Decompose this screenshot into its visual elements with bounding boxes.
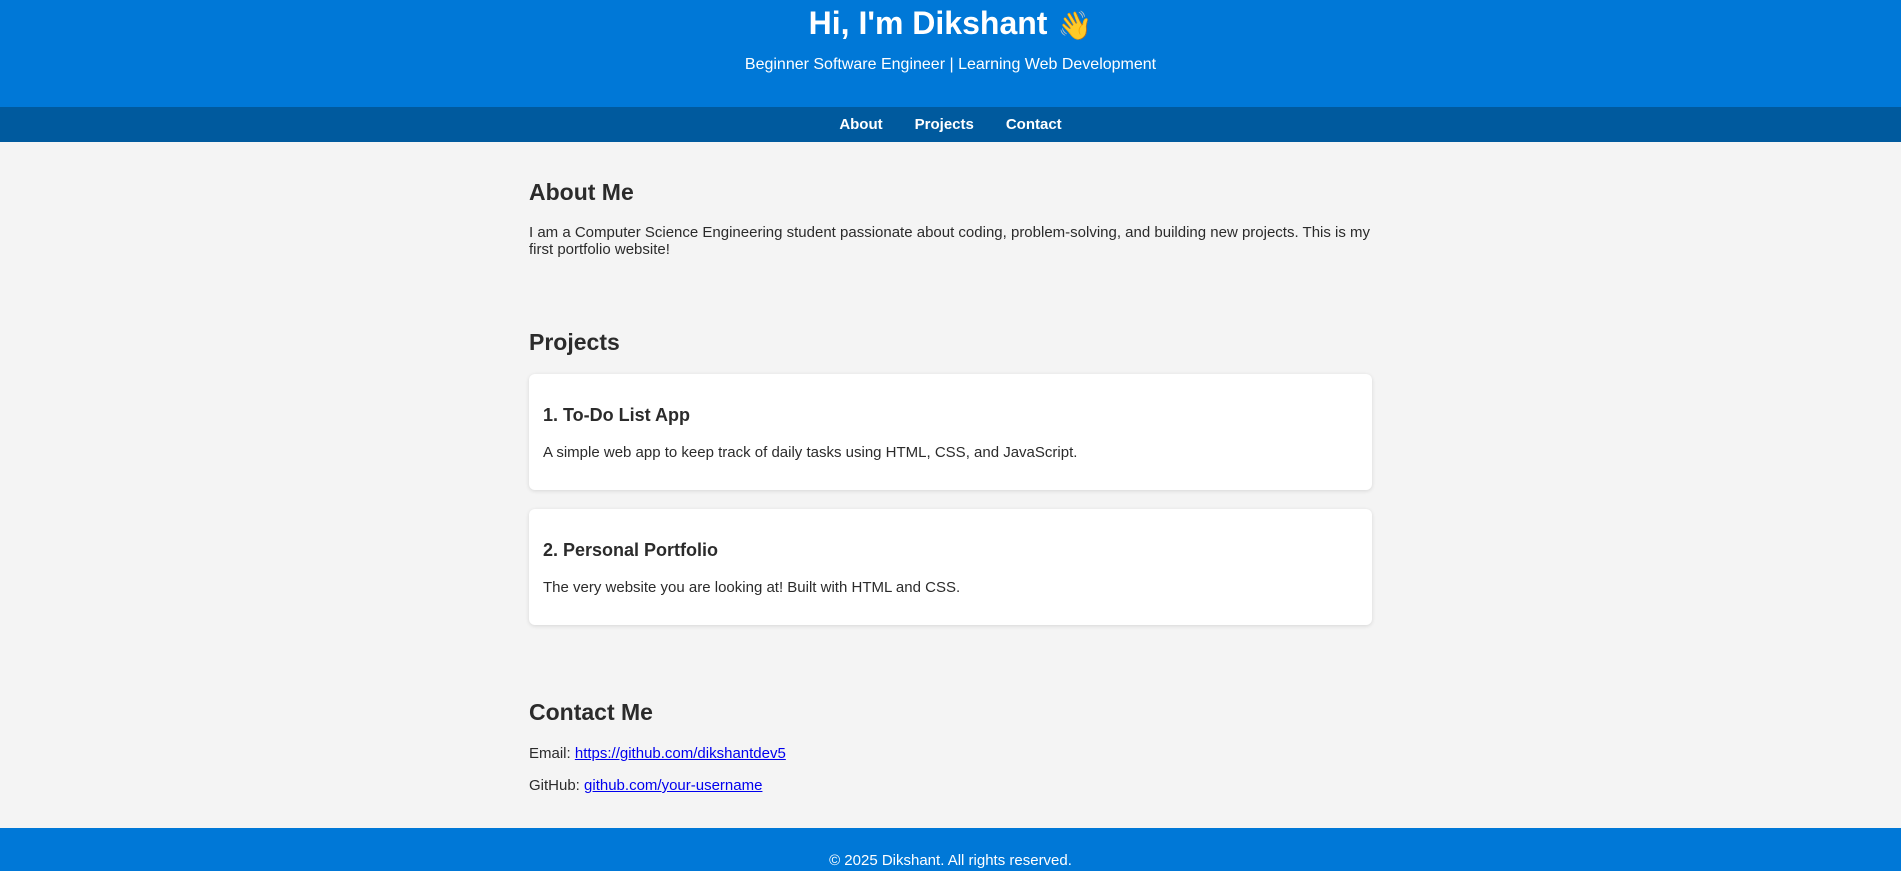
site-header: Hi, I'm Dikshant 👋 Beginner Software Engi… [0, 0, 1901, 107]
page-title: Hi, I'm Dikshant 👋 [0, 4, 1901, 45]
nav-link-projects[interactable]: Projects [915, 116, 974, 133]
contact-email-row: Email: https://github.com/dikshantdev5 [529, 745, 786, 762]
waving-hand-icon: 👋 [1057, 9, 1093, 41]
about-heading: About Me [529, 179, 634, 205]
contact-github-row: GitHub: github.com/your-username [529, 777, 762, 794]
site-footer: © 2025 Dikshant. All rights reserved. [0, 828, 1901, 871]
project-description: A simple web app to keep track of daily … [543, 444, 1078, 461]
nav-link-contact[interactable]: Contact [1006, 116, 1062, 133]
github-label: GitHub: [529, 777, 580, 794]
project-title: 2. Personal Portfolio [543, 540, 719, 560]
project-card: 1. To-Do List App A simple web app to ke… [529, 374, 1372, 490]
about-text: I am a Computer Science Engineering stud… [529, 224, 1371, 258]
email-link[interactable]: https://github.com/dikshantdev5 [575, 745, 786, 762]
project-card: 2. Personal Portfolio The very website y… [529, 509, 1372, 625]
footer-copyright: © 2025 Dikshant. All rights reserved. [829, 852, 1072, 869]
contact-heading: Contact Me [529, 699, 653, 725]
email-label: Email: [529, 745, 571, 762]
project-title: 1. To-Do List App [543, 405, 690, 425]
projects-heading: Projects [529, 329, 620, 355]
github-link[interactable]: github.com/your-username [584, 777, 762, 794]
page-subtitle: Beginner Software Engineer | Learning We… [744, 56, 1157, 73]
main-nav: About Projects Contact [0, 107, 1901, 142]
page-title-text: Hi, I'm Dikshant [808, 5, 1048, 41]
nav-link-about[interactable]: About [839, 116, 882, 133]
project-description: The very website you are looking at! Bui… [543, 579, 961, 596]
